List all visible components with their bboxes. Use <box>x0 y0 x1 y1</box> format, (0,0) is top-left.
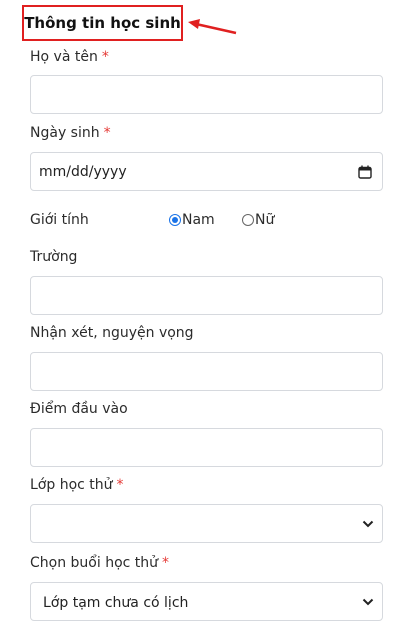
birthday-label-text: Ngày sinh <box>30 125 100 141</box>
chevron-down-icon <box>362 598 374 606</box>
gender-radio-nam[interactable] <box>169 214 181 226</box>
required-mark: * <box>116 477 124 493</box>
gender-option-nu[interactable]: Nữ <box>255 212 274 228</box>
trial-session-selected: Lớp tạm chưa có lịch <box>43 595 189 611</box>
section-title: Thông tin học sinh <box>22 5 183 41</box>
birthday-date-input[interactable]: mm/dd/yyyy <box>30 152 383 191</box>
gender-radio-nu[interactable] <box>242 214 254 226</box>
gender-label: Giới tính <box>30 212 89 228</box>
annotation-arrow-icon <box>188 19 237 35</box>
fullname-input[interactable] <box>30 75 383 114</box>
birthday-placeholder: mm/dd/yyyy <box>39 164 127 180</box>
school-input[interactable] <box>30 276 383 315</box>
required-mark: * <box>162 555 170 571</box>
comments-label: Nhận xét, nguyện vọng <box>30 325 194 341</box>
calendar-icon[interactable] <box>358 165 372 179</box>
entrance-score-input[interactable] <box>30 428 383 467</box>
required-mark: * <box>103 125 111 141</box>
fullname-label: Họ và tên * <box>30 49 109 65</box>
required-mark: * <box>101 49 109 65</box>
trial-class-label-text: Lớp học thử <box>30 477 113 493</box>
school-label: Trường <box>30 249 78 265</box>
trial-class-label: Lớp học thử * <box>30 477 124 493</box>
trial-session-label: Chọn buổi học thử * <box>30 555 169 571</box>
entrance-score-label: Điểm đầu vào <box>30 401 128 417</box>
trial-session-select[interactable]: Lớp tạm chưa có lịch <box>30 582 383 621</box>
comments-input[interactable] <box>30 352 383 391</box>
trial-session-label-text: Chọn buổi học thử <box>30 555 159 571</box>
fullname-label-text: Họ và tên <box>30 49 98 65</box>
gender-option-nam[interactable]: Nam <box>182 212 215 228</box>
trial-class-select[interactable] <box>30 504 383 543</box>
birthday-label: Ngày sinh * <box>30 125 111 141</box>
chevron-down-icon <box>362 520 374 528</box>
